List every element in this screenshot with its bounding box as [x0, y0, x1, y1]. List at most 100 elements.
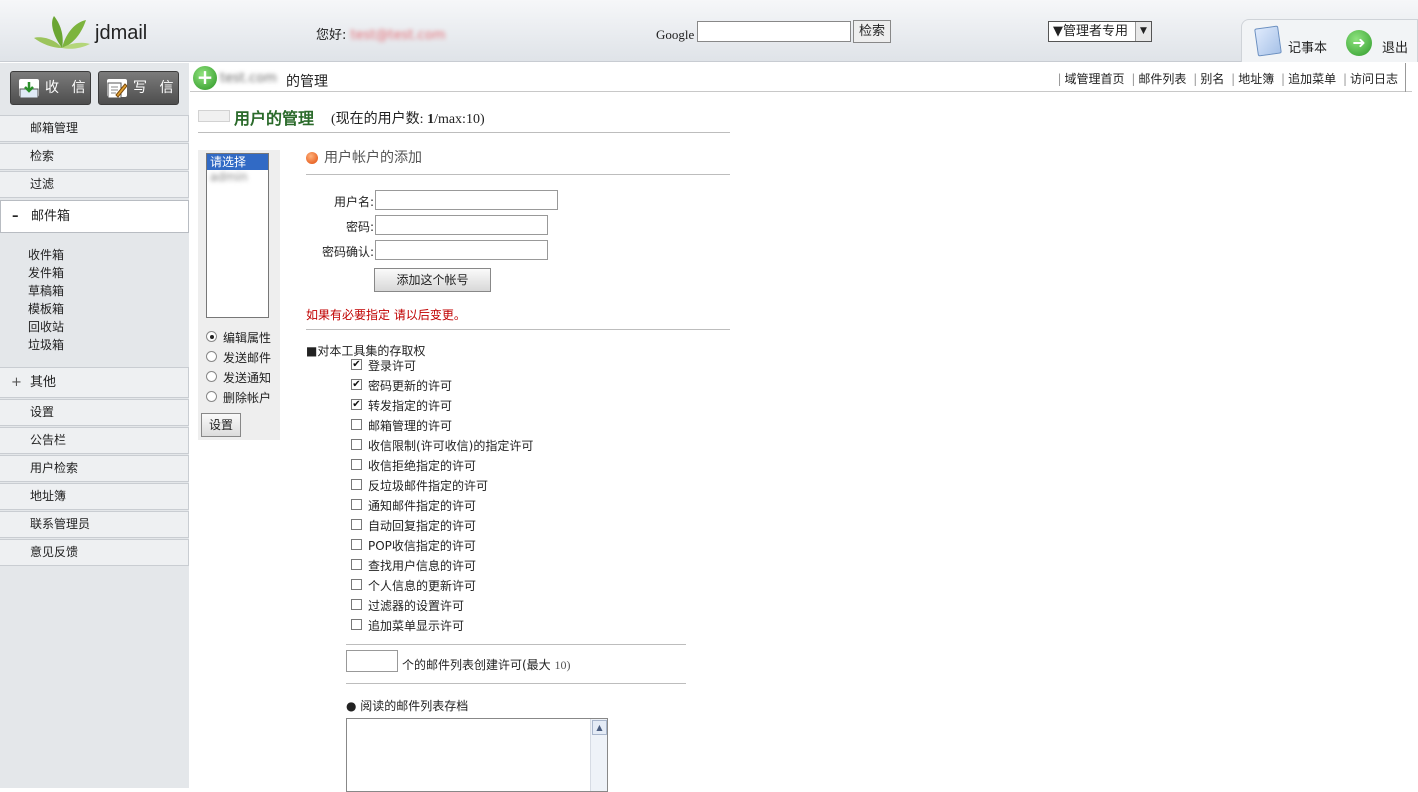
folder-trash[interactable]: 回收站 [28, 318, 64, 336]
main-content: + test.com 的管理 | 域管理首页 | 邮件列表 | 别名 | 地址簿 | 追加… [190, 63, 1418, 792]
domain-title: 的管理 [286, 74, 328, 90]
permission-checkbox-row[interactable]: POP收信指定的许可 [351, 536, 476, 556]
permission-label: 收信限制(许可收信)的指定许可 [368, 439, 534, 453]
folder-inbox[interactable]: 收件箱 [28, 246, 64, 264]
sidebar-item-bulletin[interactable]: 公告栏 [0, 427, 189, 454]
folder-templates[interactable]: 模板箱 [28, 300, 64, 318]
checkbox-icon[interactable] [351, 499, 362, 510]
nav-link-access-log[interactable]: 访问日志 [1350, 72, 1398, 86]
checkbox-icon[interactable] [351, 619, 362, 630]
scrollbar[interactable]: ▲ [590, 719, 607, 791]
checkbox-icon[interactable] [351, 479, 362, 490]
permission-label: 查找用户信息的许可 [368, 559, 477, 573]
permission-checkbox-row[interactable]: 收信拒绝指定的许可 [351, 456, 476, 476]
user-list-placeholder[interactable]: 请选择 [207, 154, 268, 170]
radio-send-mail[interactable]: 发送邮件 [206, 349, 271, 367]
radio-label: 发送通知 [223, 371, 272, 385]
radio-send-notice[interactable]: 发送通知 [206, 369, 271, 387]
checkbox-checked-icon[interactable]: ✔ [351, 399, 362, 410]
checkbox-checked-icon[interactable]: ✔ [351, 359, 362, 370]
user-select-panel: 请选择 admin 编辑属性 发送邮件 发送通知 删除帐户 设置 [198, 150, 280, 440]
envelope-icon [198, 110, 230, 122]
mailing-list-max: 10) [554, 658, 571, 672]
nav-link-domain-home[interactable]: 域管理首页 [1065, 72, 1125, 86]
password-confirm-input[interactable] [375, 240, 548, 260]
permission-label: 追加菜单显示许可 [368, 619, 465, 633]
greeting-user: test@test.com [350, 28, 446, 43]
sidebar-item-user-search[interactable]: 用户检索 [0, 455, 189, 482]
archive-textarea[interactable]: ▲ [346, 718, 608, 792]
sidebar-item-feedback[interactable]: 意见反馈 [0, 539, 189, 566]
permission-checkbox-row[interactable]: 个人信息的更新许可 [351, 576, 476, 596]
checkbox-icon[interactable] [351, 579, 362, 590]
greeting: 您好: test@test.com [316, 24, 445, 43]
logout-link[interactable]: 退出 [1382, 37, 1408, 56]
top-bar: jdmail 您好: test@test.com Google 检索 ▼管理者专… [0, 0, 1418, 62]
sidebar-item-search[interactable]: 检索 [0, 143, 189, 170]
checkbox-icon[interactable] [351, 539, 362, 550]
domain-header: + test.com 的管理 | 域管理首页 | 邮件列表 | 别名 | 地址簿 | 追加… [190, 63, 1412, 92]
permission-checkbox-row[interactable]: 自动回复指定的许可 [351, 516, 476, 536]
sidebar-item-settings[interactable]: 设置 [0, 399, 189, 426]
mailbox-section-header[interactable]: – 邮件箱 [0, 200, 189, 233]
checkbox-checked-icon[interactable]: ✔ [351, 379, 362, 390]
permission-checkbox-row[interactable]: 通知邮件指定的许可 [351, 496, 476, 516]
change-later-note: 如果有必要指定 请以后变更。 [306, 308, 466, 322]
folder-drafts[interactable]: 草稿箱 [28, 282, 64, 300]
password-input[interactable] [375, 215, 548, 235]
other-section-header[interactable]: + 其他 [0, 367, 189, 398]
permission-checkbox-row[interactable]: 查找用户信息的许可 [351, 556, 476, 576]
search-input[interactable] [697, 21, 851, 42]
password-confirm-label: 密码确认: [321, 245, 374, 259]
collapse-minus-icon: – [12, 209, 19, 224]
folder-spam[interactable]: 垃圾箱 [28, 336, 64, 354]
sidebar-item-filter[interactable]: 过滤 [0, 171, 189, 198]
sidebar-item-address-book[interactable]: 地址簿 [0, 483, 189, 510]
folder-sent[interactable]: 发件箱 [28, 264, 64, 282]
set-button[interactable]: 设置 [201, 413, 241, 437]
user-listbox[interactable]: 请选择 admin [206, 153, 269, 318]
checkbox-icon[interactable] [351, 519, 362, 530]
permission-checkbox-row[interactable]: ✔ 转发指定的许可 [351, 396, 452, 416]
radio-label: 删除帐户 [223, 391, 272, 405]
search-button[interactable]: 检索 [853, 20, 891, 43]
radio-selected-icon [206, 331, 217, 342]
permission-checkbox-row[interactable]: 邮箱管理的许可 [351, 416, 452, 436]
user-list-item[interactable]: admin [207, 170, 268, 184]
receive-mail-button[interactable]: 收 信 [10, 71, 91, 105]
nav-link-address-book[interactable]: 地址簿 [1238, 72, 1274, 86]
checkbox-icon[interactable] [351, 439, 362, 450]
notebook-icon[interactable] [1254, 25, 1282, 57]
add-account-button[interactable]: 添加这个帐号 [374, 268, 491, 292]
notebook-link[interactable]: 记事本 [1288, 37, 1327, 56]
logout-arrow-icon[interactable]: ➜ [1346, 30, 1372, 56]
permission-checkbox-row[interactable]: ✔ 登录许可 [351, 356, 416, 376]
username-input[interactable] [375, 190, 558, 210]
sidebar-item-contact-admin[interactable]: 联系管理员 [0, 511, 189, 538]
sidebar: 收 信 写 信 邮箱管理 检索 过滤 – 邮件箱 收件箱 发件箱 草稿箱 模板箱… [0, 63, 189, 788]
permission-checkbox-row[interactable]: 反垃圾邮件指定的许可 [351, 476, 488, 496]
radio-delete-account[interactable]: 删除帐户 [206, 389, 271, 407]
permission-checkbox-row[interactable]: 过滤器的设置许可 [351, 596, 464, 616]
admin-select[interactable]: ▼管理者专用 ▼ [1048, 21, 1152, 42]
permission-checkbox-row[interactable]: 追加菜单显示许可 [351, 616, 464, 636]
user-count-prefix: (现在的用户数: [331, 112, 424, 127]
radio-edit-attributes[interactable]: 编辑属性 [206, 329, 271, 347]
checkbox-icon[interactable] [351, 419, 362, 430]
permission-label: 过滤器的设置许可 [368, 599, 465, 613]
scroll-up-icon[interactable]: ▲ [592, 720, 607, 735]
domain-nav: | 域管理首页 | 邮件列表 | 别名 | 地址簿 | 追加菜单 | 访问日志 [1057, 72, 1398, 86]
sidebar-item-mailbox-admin[interactable]: 邮箱管理 [0, 115, 189, 142]
checkbox-icon[interactable] [351, 559, 362, 570]
nav-link-aliases[interactable]: 别名 [1200, 72, 1224, 86]
compose-button[interactable]: 写 信 [98, 71, 179, 105]
nav-link-mailing-lists[interactable]: 邮件列表 [1138, 72, 1186, 86]
checkbox-icon[interactable] [351, 599, 362, 610]
permission-checkbox-row[interactable]: 收信限制(许可收信)的指定许可 [351, 436, 533, 456]
mailing-list-count-input[interactable] [346, 650, 398, 672]
permission-checkbox-row[interactable]: ✔ 密码更新的许可 [351, 376, 452, 396]
checkbox-icon[interactable] [351, 459, 362, 470]
nav-link-extra-menu[interactable]: 追加菜单 [1288, 72, 1336, 86]
section-title: 用户帐户的添加 [306, 147, 730, 175]
permission-label: 个人信息的更新许可 [368, 579, 477, 593]
